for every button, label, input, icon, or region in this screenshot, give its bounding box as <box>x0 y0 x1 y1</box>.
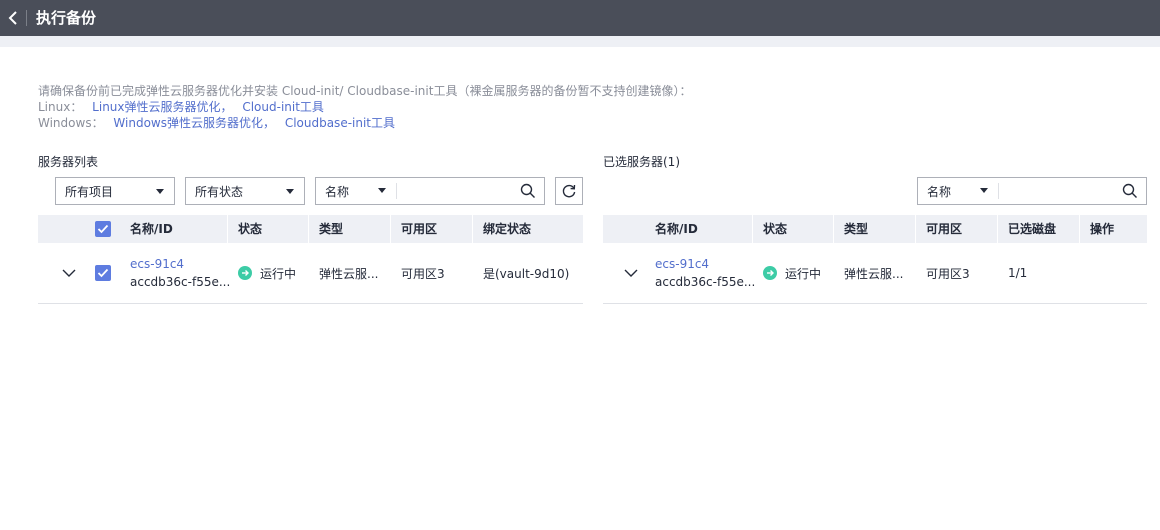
check-icon <box>97 268 109 278</box>
search-icon[interactable] <box>1122 183 1138 199</box>
status-filter-value: 所有状态 <box>195 184 244 199</box>
notice-line: 请确保备份前已完成弹性云服务器优化并安装 Cloud-init/ Cloudba… <box>38 84 692 98</box>
server-name-cell: ecs-91c4 accdb36c-f55e... <box>120 243 231 303</box>
refresh-icon <box>562 184 576 198</box>
notice-linux-line: Linux： Linux弹性云服务器优化， Cloud-init工具 <box>38 99 691 115</box>
server-table-header: 名称/ID 状态 类型 可用区 绑定状态 <box>38 215 583 243</box>
windows-optimize-link[interactable]: Windows弹性云服务器优化， <box>113 116 275 130</box>
linux-label: Linux： <box>38 100 83 114</box>
chevron-down-icon[interactable] <box>61 265 77 281</box>
expand-header-cell <box>603 215 645 243</box>
selected-search-box: 名称 <box>917 177 1147 205</box>
search-divider <box>396 183 397 199</box>
server-id: accdb36c-f55e... <box>655 275 756 289</box>
expand-cell <box>617 243 645 303</box>
server-list-title: 服务器列表 <box>38 155 99 169</box>
actions-cell <box>1080 243 1147 303</box>
running-status-icon <box>763 266 777 280</box>
caret-down-icon <box>286 189 294 194</box>
server-search-box: 名称 <box>315 177 545 205</box>
column-header-status[interactable]: 状态 <box>228 215 309 243</box>
server-type: 弹性云服... <box>844 266 904 281</box>
server-type: 弹性云服... <box>319 266 379 281</box>
linux-optimize-link[interactable]: Linux弹性云服务器优化， <box>92 100 232 114</box>
selected-search-field-value: 名称 <box>927 184 952 199</box>
page-title: 执行备份 <box>36 9 97 27</box>
chevron-left-icon <box>8 11 17 25</box>
server-az: 可用区3 <box>926 266 970 281</box>
select-all-checkbox[interactable] <box>95 221 111 237</box>
server-status-cell: 运行中 <box>753 243 834 303</box>
header-divider <box>26 10 27 26</box>
cloud-init-link[interactable]: Cloud-init工具 <box>242 100 324 114</box>
search-field-select[interactable]: 名称 <box>316 178 396 204</box>
selected-servers-title: 已选服务器(1) <box>603 155 680 169</box>
expand-cell <box>53 243 83 303</box>
search-divider <box>998 183 999 199</box>
selected-disks: 1/1 <box>1008 266 1028 280</box>
column-header-bind-status[interactable]: 绑定状态 <box>473 215 583 243</box>
project-filter-dropdown[interactable]: 所有项目 <box>55 177 175 205</box>
select-all-cell <box>38 215 120 243</box>
column-header-selected-disks[interactable]: 已选磁盘 <box>998 215 1080 243</box>
search-icon[interactable] <box>520 183 536 199</box>
server-status: 运行中 <box>785 266 822 281</box>
selected-table-header: 名称/ID 状态 类型 可用区 已选磁盘 操作 <box>603 215 1147 243</box>
column-header-type[interactable]: 类型 <box>309 215 391 243</box>
server-name-link[interactable]: ecs-91c4 <box>130 255 184 273</box>
page-header: 执行备份 <box>0 0 1160 36</box>
server-bind-status: 是(vault-9d10) <box>483 266 570 281</box>
selected-search-field-select[interactable]: 名称 <box>918 178 998 204</box>
backup-notice: 请确保备份前已完成弹性云服务器优化并安装 Cloud-init/ Cloudba… <box>38 83 691 131</box>
server-id: accdb36c-f55e... <box>130 275 231 289</box>
row-checkbox[interactable] <box>95 265 111 281</box>
header-subbar <box>0 36 1160 47</box>
table-row: ecs-91c4 accdb36c-f55e... 运行中 弹性云服... 可用… <box>603 243 1147 304</box>
chevron-down-icon[interactable] <box>623 265 639 281</box>
check-icon <box>97 224 109 234</box>
column-header-status[interactable]: 状态 <box>753 215 834 243</box>
server-status-cell: 运行中 <box>228 243 309 303</box>
refresh-button[interactable] <box>555 177 583 205</box>
running-status-icon <box>238 266 252 280</box>
windows-label: Windows： <box>38 116 104 130</box>
search-field-value: 名称 <box>325 184 350 199</box>
table-row: ecs-91c4 accdb36c-f55e... 运行中 弹性云服... 可用… <box>38 243 583 304</box>
notice-windows-line: Windows： Windows弹性云服务器优化， Cloudbase-init… <box>38 115 691 131</box>
row-check-cell <box>85 243 120 303</box>
column-header-actions: 操作 <box>1090 222 1115 236</box>
server-az: 可用区3 <box>401 266 445 281</box>
search-input[interactable] <box>400 180 510 202</box>
server-name-link[interactable]: ecs-91c4 <box>655 255 709 273</box>
cloudbase-init-link[interactable]: Cloudbase-init工具 <box>285 116 395 130</box>
column-header-type[interactable]: 类型 <box>834 215 916 243</box>
caret-down-icon <box>156 189 164 194</box>
server-name-cell: ecs-91c4 accdb36c-f55e... <box>645 243 756 303</box>
server-status: 运行中 <box>260 266 297 281</box>
column-header-az[interactable]: 可用区 <box>391 215 473 243</box>
column-header-name[interactable]: 名称/ID <box>120 215 228 243</box>
back-button[interactable] <box>0 0 26 36</box>
project-filter-value: 所有项目 <box>65 184 114 199</box>
caret-down-icon <box>378 188 386 193</box>
column-header-name[interactable]: 名称/ID <box>645 215 753 243</box>
caret-down-icon <box>980 188 988 193</box>
column-header-az[interactable]: 可用区 <box>916 215 998 243</box>
selected-search-input[interactable] <box>1002 180 1112 202</box>
status-filter-dropdown[interactable]: 所有状态 <box>185 177 305 205</box>
